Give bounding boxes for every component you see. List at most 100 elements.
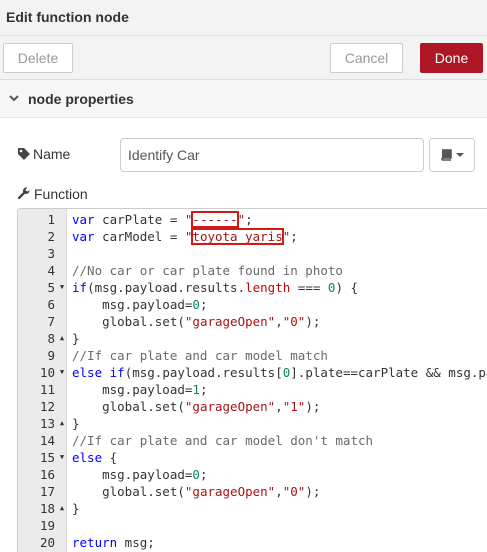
line-number: 3 — [47, 246, 55, 261]
code-text: var carModel = "toyota_yaris"; — [72, 228, 298, 245]
line-number: 18 — [39, 501, 55, 516]
tag-icon — [18, 148, 30, 160]
code-token: msg.payload= — [72, 297, 193, 312]
code-token: else — [72, 450, 103, 465]
code-line: 8 ▲} — [18, 330, 487, 347]
code-token: length — [245, 280, 291, 295]
code-token: ); — [305, 314, 321, 329]
code-token: "0" — [282, 484, 306, 499]
code-token: === — [290, 280, 328, 295]
code-token: ); — [305, 484, 321, 499]
line-number: 7 — [47, 314, 55, 329]
code-line: 9 //If car plate and car model match — [18, 347, 487, 364]
line-number: 4 — [47, 263, 55, 278]
line-number: 12 — [39, 399, 55, 414]
code-token: msg; — [117, 535, 155, 550]
code-token: } — [72, 331, 80, 346]
dialog-title: Edit function node — [6, 9, 129, 25]
code-text: msg.payload=0; — [72, 296, 207, 313]
code-token: carModel = — [94, 229, 185, 244]
done-button[interactable]: Done — [420, 43, 483, 73]
fold-open-icon[interactable]: ▼ — [57, 449, 67, 466]
code-line: 16 msg.payload=0; — [18, 466, 487, 483]
cancel-button[interactable]: Cancel — [330, 43, 403, 73]
name-label: Name — [33, 146, 71, 162]
code-token: global.set( — [72, 484, 185, 499]
code-line: 2 var carModel = "toyota_yaris"; — [18, 228, 487, 245]
code-token: carPlate = — [94, 212, 185, 227]
code-line: 14 //If car plate and car model don't mat… — [18, 432, 487, 449]
line-number: 5 — [47, 280, 55, 295]
node-properties-header[interactable]: node properties — [0, 80, 487, 118]
code-line: 17 global.set("garageOpen","0"); — [18, 483, 487, 500]
fold-close-icon[interactable]: ▲ — [57, 500, 67, 517]
code-line: 1 var carPlate = "------"; — [18, 211, 487, 228]
code-token: "garageOpen" — [184, 399, 276, 414]
line-number: 10 — [39, 365, 55, 380]
code-token: , — [275, 399, 283, 414]
delete-button[interactable]: Delete — [3, 43, 73, 73]
line-number: 9 — [47, 348, 55, 363]
code-text: msg.payload=1; — [72, 381, 207, 398]
section-label: node properties — [28, 91, 134, 107]
code-line: 7 global.set("garageOpen","0"); — [18, 313, 487, 330]
code-text: } — [72, 500, 80, 517]
code-line: 13 ▲} — [18, 415, 487, 432]
code-token: var — [72, 229, 95, 244]
fold-close-icon[interactable]: ▲ — [57, 330, 67, 347]
code-token: } — [72, 501, 80, 516]
code-line: 4 //No car or car plate found in photo — [18, 262, 487, 279]
code-lines: 1 var carPlate = "------"; 2 var carModel =… — [18, 211, 487, 551]
line-number: 15 — [39, 450, 55, 465]
highlighted-value: ------ — [191, 211, 239, 228]
code-token: //If car plate and car model don't match — [72, 433, 374, 448]
code-token: "garageOpen" — [184, 314, 276, 329]
line-number: 2 — [47, 229, 55, 244]
code-text: //If car plate and car model match — [72, 347, 328, 364]
line-number: 16 — [39, 467, 55, 482]
code-line: 11 msg.payload=1; — [18, 381, 487, 398]
code-token: msg.payload= — [72, 382, 193, 397]
code-text: //If car plate and car model don't match — [72, 432, 373, 449]
highlighted-value: toyota_yaris — [191, 228, 284, 245]
library-button[interactable] — [429, 138, 475, 172]
dialog-titlebar: Edit function node — [0, 0, 487, 36]
line-number: 19 — [39, 518, 55, 533]
code-token: 1 — [192, 382, 200, 397]
code-line: 20 return msg; — [18, 534, 487, 551]
code-line: 3 — [18, 245, 487, 262]
line-number: 1 — [47, 212, 55, 227]
code-token: { — [102, 450, 118, 465]
code-line: 18 ▲} — [18, 500, 487, 517]
line-number: 11 — [39, 382, 55, 397]
dialog-toolbar: Delete Cancel Done — [0, 36, 487, 80]
code-text: global.set("garageOpen","1"); — [72, 398, 320, 415]
code-token: "1" — [282, 399, 306, 414]
code-text: if(msg.payload.results.length === 0) { — [72, 279, 358, 296]
code-token: if — [72, 280, 88, 295]
code-token: else if — [72, 365, 125, 380]
code-token: , — [275, 484, 283, 499]
code-token: ; — [199, 297, 208, 312]
code-token: ; — [199, 467, 208, 482]
code-line: 6 msg.payload=0; — [18, 296, 487, 313]
book-icon — [441, 149, 452, 161]
fold-open-icon[interactable]: ▼ — [57, 279, 67, 296]
code-token: global.set( — [72, 399, 185, 414]
fold-open-icon[interactable]: ▼ — [57, 364, 67, 381]
line-number: 14 — [39, 433, 55, 448]
code-token: , — [275, 314, 283, 329]
name-input[interactable] — [120, 138, 424, 172]
code-token: (msg.payload.results[ — [124, 365, 283, 380]
code-editor[interactable]: 1 var carPlate = "------"; 2 var carModel =… — [17, 208, 487, 552]
fold-close-icon[interactable]: ▲ — [57, 415, 67, 432]
code-token: "garageOpen" — [184, 484, 276, 499]
code-token: ].plate==carPlate && msg.payload.re — [290, 365, 487, 380]
code-line: 12 global.set("garageOpen","1"); — [18, 398, 487, 415]
code-text: //No car or car plate found in photo — [72, 262, 343, 279]
line-number: 8 — [47, 331, 55, 346]
code-token: 0 — [192, 467, 200, 482]
line-number: 13 — [39, 416, 55, 431]
code-text: } — [72, 330, 80, 347]
code-token: //If car plate and car model match — [72, 348, 328, 363]
